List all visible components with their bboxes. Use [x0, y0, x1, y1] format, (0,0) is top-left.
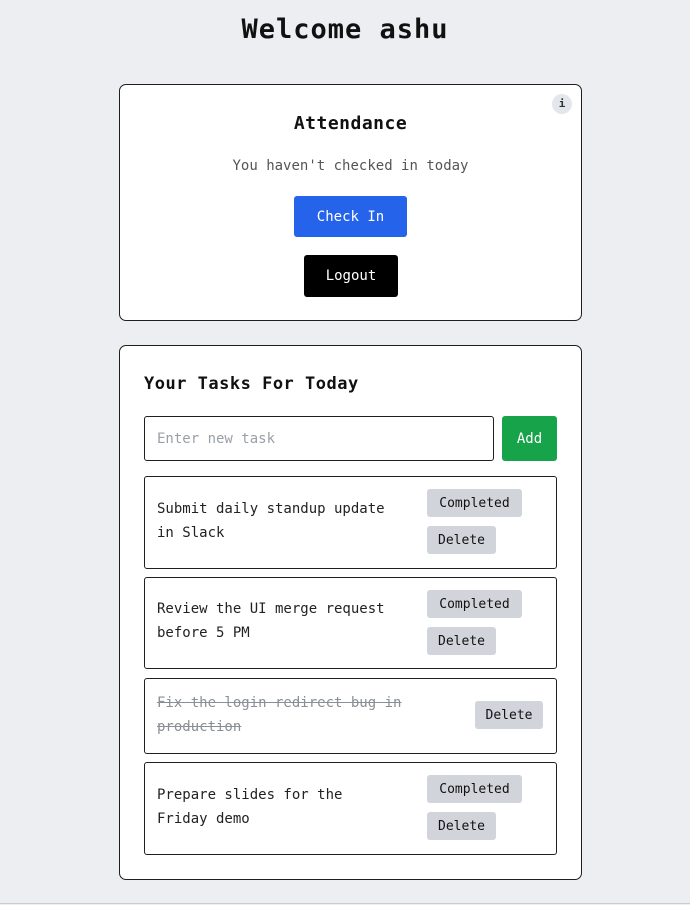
task-item: Prepare slides for the Friday demo Compl… — [144, 762, 557, 855]
new-task-input[interactable] — [144, 416, 494, 461]
task-text: Submit daily standup update in Slack — [157, 501, 385, 541]
add-task-button[interactable]: Add — [502, 416, 557, 461]
info-icon[interactable]: i — [552, 94, 572, 114]
page-title: Welcome ashu — [241, 14, 449, 45]
delete-task-button[interactable]: Delete — [427, 812, 496, 840]
attendance-status: You haven't checked in today — [232, 158, 469, 174]
logout-button[interactable]: Logout — [304, 255, 398, 297]
task-text-completed: Fix the login redirect bug in production — [157, 695, 402, 735]
delete-task-button[interactable]: Delete — [475, 701, 543, 729]
attendance-card: i Attendance You haven't checked in toda… — [119, 84, 582, 321]
delete-task-button[interactable]: Delete — [427, 627, 496, 655]
attendance-title: Attendance — [293, 113, 408, 134]
task-text: Review the UI merge request before 5 PM — [157, 601, 385, 641]
complete-task-button[interactable]: Completed — [427, 775, 522, 803]
complete-task-button[interactable]: Completed — [427, 489, 522, 517]
task-text: Prepare slides for the Friday demo — [157, 787, 343, 827]
footer-divider — [0, 903, 690, 904]
task-item: Review the UI merge request before 5 PM … — [144, 577, 557, 669]
tasks-card: Your Tasks For Today Add Submit daily st… — [119, 345, 582, 880]
complete-task-button[interactable]: Completed — [427, 590, 522, 618]
check-in-button[interactable]: Check In — [294, 196, 407, 237]
task-item: Submit daily standup update in Slack Com… — [144, 476, 557, 569]
delete-task-button[interactable]: Delete — [427, 526, 496, 554]
task-item: Fix the login redirect bug in production… — [144, 678, 557, 754]
tasks-title: Your Tasks For Today — [144, 374, 359, 394]
